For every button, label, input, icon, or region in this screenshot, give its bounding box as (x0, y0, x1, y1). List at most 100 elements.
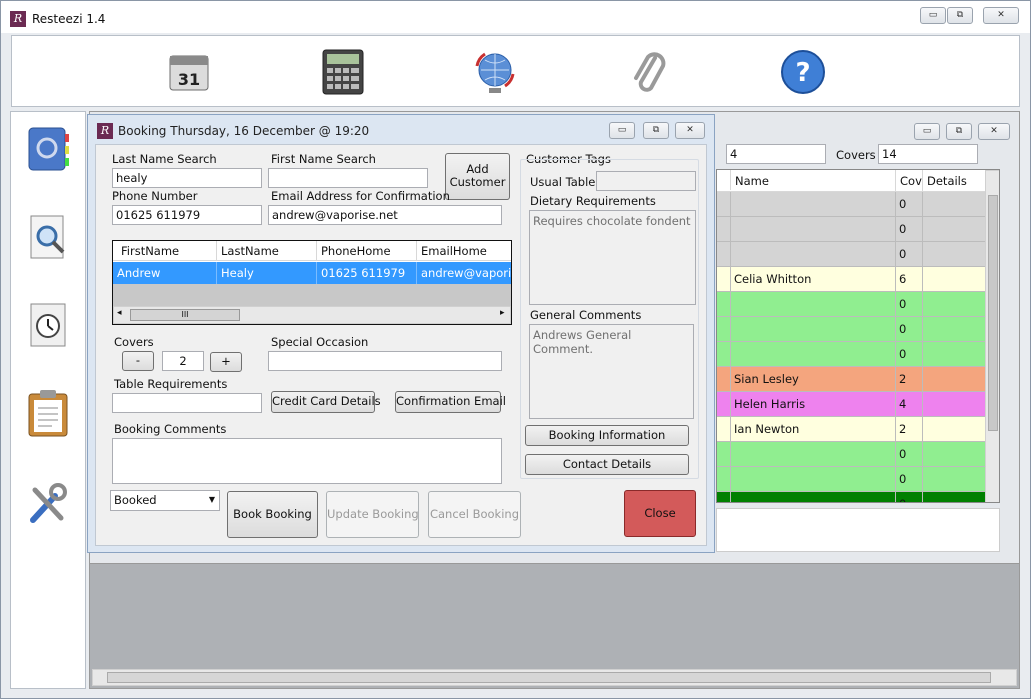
bg-vertical-scrollbar[interactable] (985, 170, 999, 502)
bg-row-details (923, 417, 985, 441)
bg-table-row[interactable]: 0 (717, 442, 985, 467)
dietary-textarea[interactable]: Requires chocolate fondent (529, 210, 696, 305)
bg-covers-field[interactable]: 14 (878, 144, 978, 164)
customer-grid-hscrollbar[interactable]: ◂ III ▸ (113, 306, 511, 324)
bg-table-row[interactable]: 0 (717, 317, 985, 342)
first-name-label: First Name Search (271, 152, 376, 166)
calculator-icon[interactable] (319, 48, 367, 96)
child-minimize-button[interactable]: ▭ (914, 123, 940, 140)
grid-scroll-thumb[interactable]: III (130, 309, 240, 321)
covers-decrement-button[interactable]: - (122, 351, 154, 371)
contact-details-button[interactable]: Contact Details (525, 454, 689, 475)
bg-row-cov: 0 (896, 342, 923, 366)
bg-row-details (923, 367, 985, 391)
tools-icon[interactable] (25, 478, 71, 528)
clipboard-icon[interactable] (25, 388, 71, 438)
status-select[interactable]: Booked ▼ (110, 490, 220, 511)
clock-icon[interactable] (25, 300, 71, 350)
scroll-left-icon[interactable]: ◂ (117, 308, 122, 318)
dialog-close-button[interactable]: ✕ (675, 122, 705, 139)
bg-row-name (731, 242, 896, 266)
email-input[interactable]: andrew@vaporise.net (268, 205, 502, 225)
cancel-booking-button[interactable]: Cancel Booking (428, 491, 521, 538)
bg-row-gutter (717, 367, 731, 391)
bg-row-cov: 0 (896, 317, 923, 341)
child-restore-button[interactable]: ⧉ (946, 123, 972, 140)
bg-scroll-thumb[interactable] (988, 195, 998, 431)
globe-network-icon[interactable] (471, 48, 519, 96)
update-booking-button[interactable]: Update Booking (326, 491, 419, 538)
bg-row-gutter (717, 317, 731, 341)
bg-col-cov[interactable]: Cov (896, 170, 923, 192)
book-booking-button[interactable]: Book Booking (227, 491, 318, 538)
search-document-icon[interactable] (25, 212, 71, 262)
close-window-button[interactable]: ✕ (983, 7, 1019, 24)
bg-details-panel (716, 508, 1000, 552)
bg-table-row[interactable]: 0 (717, 342, 985, 367)
phone-input[interactable]: 01625 611979 (112, 205, 262, 225)
close-button[interactable]: Close (624, 490, 696, 537)
paperclip-icon[interactable] (625, 48, 673, 96)
child-close-button[interactable]: ✕ (978, 123, 1010, 140)
covers-increment-button[interactable]: + (210, 352, 242, 372)
bg-row-gutter (717, 292, 731, 316)
bg-row-cov: 0 (896, 292, 923, 316)
bg-field-1[interactable]: 4 (726, 144, 826, 164)
add-customer-button[interactable]: Add Customer (445, 153, 510, 200)
booking-information-button[interactable]: Booking Information (525, 425, 689, 446)
bg-covers-label: Covers (836, 148, 876, 162)
mdi-horizontal-scrollbar[interactable] (92, 669, 1017, 686)
booking-comments-textarea[interactable] (112, 438, 502, 484)
covers-label: Covers (114, 335, 154, 349)
confirmation-email-button[interactable]: Confirmation Email (395, 391, 506, 413)
bg-table-row[interactable]: Helen Harris 4 (717, 392, 985, 417)
col-phonehome[interactable]: PhoneHome (317, 241, 417, 261)
calendar-day-text: 31 (178, 70, 200, 89)
dialog-restore-button[interactable]: ⧉ (643, 122, 669, 139)
bg-table-row[interactable]: Ian Newton 2 (717, 417, 985, 442)
bg-row-cov: 0 (896, 242, 923, 266)
special-occasion-input[interactable] (268, 351, 502, 371)
bg-row-cov: 6 (896, 267, 923, 291)
col-lastname[interactable]: LastName (217, 241, 317, 261)
bg-row-name (731, 217, 896, 241)
dialog-minimize-button[interactable]: ▭ (609, 122, 635, 139)
bg-row-name: Ian Newton (731, 417, 896, 441)
minimize-button[interactable]: ▭ (920, 7, 946, 24)
bg-row-details (923, 192, 985, 216)
bg-row-gutter (717, 242, 731, 266)
first-name-input[interactable] (268, 168, 428, 188)
bg-row-name (731, 467, 896, 491)
bg-row-details (923, 492, 985, 502)
usual-table-input[interactable] (596, 171, 696, 191)
help-icon[interactable]: ? (779, 48, 827, 96)
restore-button[interactable]: ⧉ (947, 7, 973, 24)
bg-table-row[interactable]: Sian Lesley 2 (717, 367, 985, 392)
app-title: Resteezi 1.4 (32, 12, 106, 26)
bg-table-row[interactable]: Celia Whitton 6 (717, 267, 985, 292)
bg-col-details[interactable]: Details (923, 170, 985, 192)
bg-table-row[interactable]: 0 (717, 192, 985, 217)
credit-card-details-button[interactable]: Credit Card Details (271, 391, 381, 413)
calendar-icon[interactable]: 31 (165, 48, 213, 96)
bg-table-row[interactable]: 0 (717, 292, 985, 317)
table-requirements-input[interactable] (112, 393, 262, 413)
bg-row-name (731, 442, 896, 466)
customer-grid-header: FirstName LastName PhoneHome EmailHome (113, 241, 511, 261)
bg-table-row[interactable]: 0 (717, 242, 985, 267)
customer-row-selected[interactable]: Andrew Healy 01625 611979 andrew@vaporis… (113, 262, 511, 284)
row-firstname: Andrew (113, 262, 217, 284)
col-firstname[interactable]: FirstName (117, 241, 217, 261)
covers-input[interactable]: 2 (162, 351, 204, 371)
address-book-icon[interactable] (25, 124, 71, 174)
scroll-right-icon[interactable]: ▸ (500, 308, 505, 318)
mdi-scroll-thumb[interactable] (107, 672, 991, 683)
dietary-label: Dietary Requirements (530, 194, 656, 208)
last-name-input[interactable]: healy (112, 168, 262, 188)
bg-table-row[interactable]: 0 (717, 217, 985, 242)
bg-table-row[interactable]: 0 (717, 467, 985, 492)
general-comments-textarea[interactable]: Andrews General Comment. (529, 324, 694, 419)
bg-table-row[interactable]: 0 (717, 492, 985, 502)
bg-col-name[interactable]: Name (731, 170, 896, 192)
col-emailhome[interactable]: EmailHome (417, 241, 511, 261)
